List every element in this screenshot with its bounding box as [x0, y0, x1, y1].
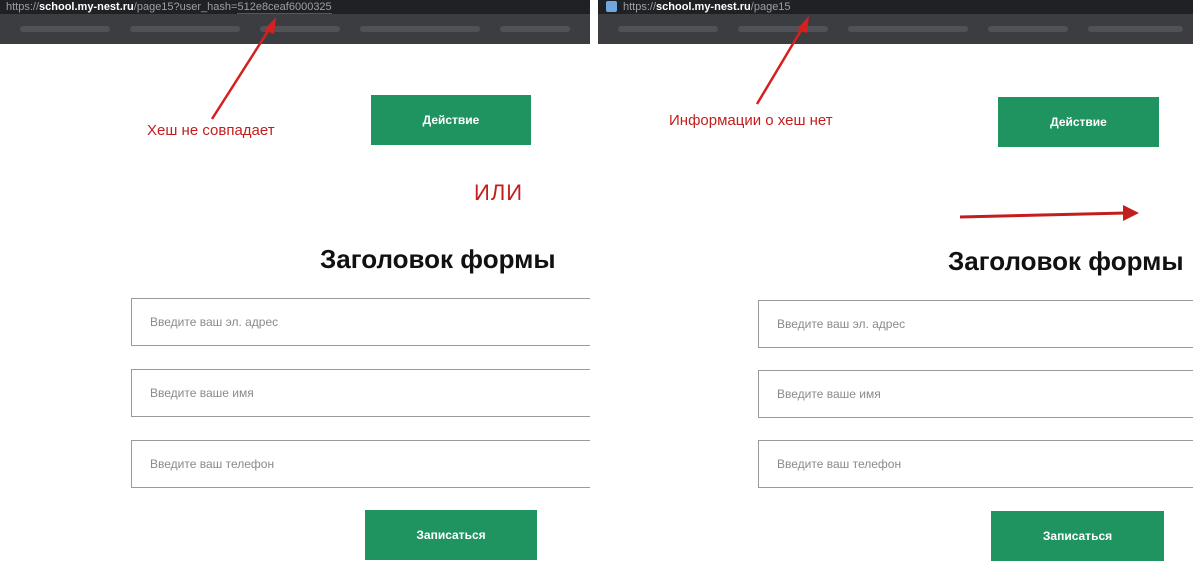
- name-input[interactable]: [148, 385, 590, 401]
- email-input[interactable]: [148, 314, 590, 330]
- action-button[interactable]: Действие: [371, 95, 531, 145]
- email-input[interactable]: [775, 316, 1193, 332]
- phone-field[interactable]: [758, 440, 1193, 488]
- submit-button[interactable]: Записаться: [991, 511, 1164, 561]
- or-label: ИЛИ: [474, 180, 524, 205]
- email-field[interactable]: [131, 298, 590, 346]
- right-panel: https://school.my-nest.ru/page15 Информа…: [598, 0, 1193, 566]
- name-field[interactable]: [131, 369, 590, 417]
- name-input[interactable]: [775, 386, 1193, 402]
- email-field[interactable]: [758, 300, 1193, 348]
- form-title: Заголовок формы: [948, 246, 1184, 276]
- submit-button[interactable]: Записаться: [365, 510, 537, 560]
- phone-input[interactable]: [148, 456, 590, 472]
- phone-field[interactable]: [131, 440, 590, 488]
- form-title: Заголовок формы: [320, 244, 556, 274]
- annotation-hash-mismatch: Хеш не совпадает: [147, 122, 275, 139]
- phone-input[interactable]: [775, 456, 1193, 472]
- name-field[interactable]: [758, 370, 1193, 418]
- left-panel: https://school.my-nest.ru/page15?user_ha…: [0, 0, 590, 566]
- comparison-screenshot: https://school.my-nest.ru/page15?user_ha…: [0, 0, 1193, 566]
